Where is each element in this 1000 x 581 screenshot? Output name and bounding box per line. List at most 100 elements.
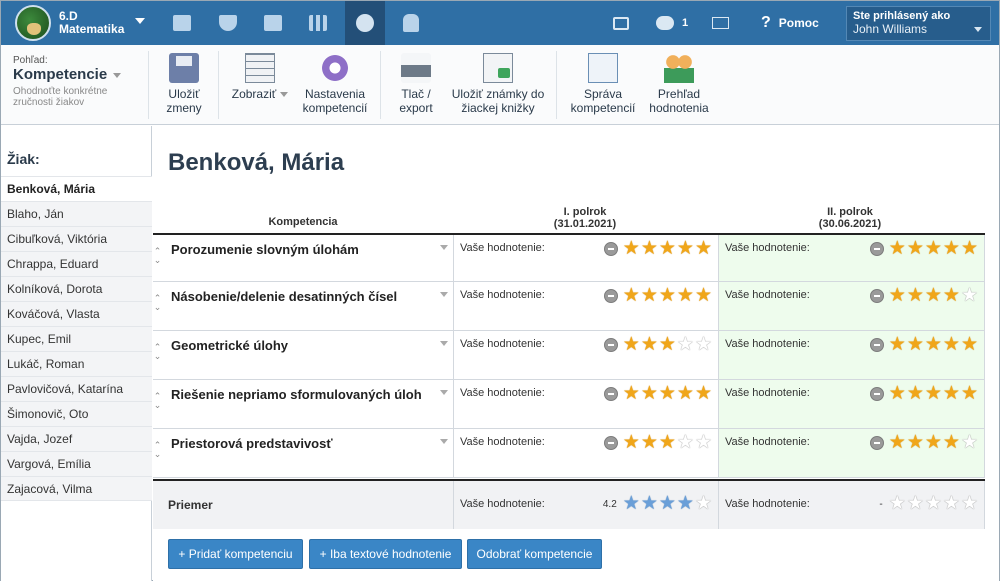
- save-grades-button[interactable]: Uložiť známky do žiackej knižky: [447, 53, 549, 115]
- star-icon[interactable]: ★: [641, 335, 658, 355]
- star-icon[interactable]: ★: [695, 384, 712, 404]
- star-icon[interactable]: ★: [889, 384, 906, 404]
- add-competence-button[interactable]: + Pridať kompetenciu: [168, 539, 303, 569]
- student-list-item[interactable]: Šimonovič, Oto: [1, 401, 152, 426]
- star-icon[interactable]: ★: [659, 494, 676, 514]
- star-icon[interactable]: ★: [623, 286, 640, 306]
- clear-rating-icon[interactable]: [603, 338, 618, 352]
- class-selector[interactable]: 6.D Matematika: [1, 1, 151, 45]
- manage-competencies-button[interactable]: Správa kompetencií: [567, 53, 639, 115]
- student-list-item[interactable]: Kolníková, Dorota: [1, 276, 152, 301]
- star-icon[interactable]: ★: [925, 239, 942, 259]
- competence-icon[interactable]: [345, 1, 385, 45]
- student-list-item[interactable]: Blaho, Ján: [1, 201, 152, 226]
- star-icon[interactable]: ★: [659, 384, 676, 404]
- clear-rating-icon[interactable]: [869, 338, 884, 352]
- star-icon[interactable]: ★: [943, 335, 960, 355]
- student-list-item[interactable]: Kupec, Emil: [1, 326, 152, 351]
- clear-rating-icon[interactable]: [603, 436, 618, 450]
- reorder-handle-icon[interactable]: ⌃ ⌄: [153, 343, 162, 367]
- star-icon[interactable]: ★: [961, 239, 978, 259]
- star-icon[interactable]: ★: [623, 239, 640, 259]
- star-icon[interactable]: ★: [889, 335, 906, 355]
- star-icon[interactable]: ★: [695, 494, 712, 514]
- star-icon[interactable]: ★: [925, 494, 942, 514]
- cast-icon[interactable]: [613, 1, 629, 45]
- save-changes-button[interactable]: Uložiť zmeny: [161, 53, 207, 115]
- shield-icon[interactable]: [210, 1, 246, 45]
- messages-button[interactable]: 1: [656, 1, 688, 45]
- print-export-button[interactable]: Tlač / export: [391, 53, 441, 115]
- star-icon[interactable]: ★: [677, 239, 694, 259]
- student-list-item[interactable]: Benková, Mária: [1, 176, 152, 201]
- star-icon[interactable]: ★: [889, 433, 906, 453]
- star-icon[interactable]: ★: [677, 384, 694, 404]
- student-list-item[interactable]: Vargová, Emília: [1, 451, 152, 476]
- star-icon[interactable]: ★: [659, 335, 676, 355]
- star-icon[interactable]: ★: [641, 286, 658, 306]
- star-icon[interactable]: ★: [641, 384, 658, 404]
- chevron-down-icon[interactable]: [440, 390, 448, 395]
- star-icon[interactable]: ★: [925, 335, 942, 355]
- star-icon[interactable]: ★: [889, 494, 906, 514]
- star-icon[interactable]: ★: [659, 239, 676, 259]
- star-icon[interactable]: ★: [623, 433, 640, 453]
- student-list-item[interactable]: Kováčová, Vlasta: [1, 301, 152, 326]
- student-list-item[interactable]: Lukáč, Roman: [1, 351, 152, 376]
- student-list-item[interactable]: Vajda, Jozef: [1, 426, 152, 451]
- star-icon[interactable]: ★: [907, 384, 924, 404]
- star-icon[interactable]: ★: [889, 286, 906, 306]
- reorder-handle-icon[interactable]: ⌃ ⌄: [153, 441, 162, 465]
- chevron-down-icon[interactable]: [440, 439, 448, 444]
- star-icon[interactable]: ★: [907, 433, 924, 453]
- chevron-down-icon[interactable]: [440, 245, 448, 250]
- help-button[interactable]: ? Pomoc: [761, 1, 819, 45]
- star-icon[interactable]: ★: [623, 335, 640, 355]
- reorder-handle-icon[interactable]: ⌃ ⌄: [153, 392, 162, 416]
- reorder-handle-icon[interactable]: ⌃ ⌄: [153, 294, 162, 318]
- briefcase-icon[interactable]: [164, 1, 200, 45]
- star-icon[interactable]: ★: [961, 286, 978, 306]
- bar-chart-icon[interactable]: [300, 1, 336, 45]
- student-list-item[interactable]: Cibuľková, Viktória: [1, 226, 152, 251]
- remove-competencies-button[interactable]: Odobrať kompetencie: [467, 539, 602, 569]
- star-icon[interactable]: ★: [641, 239, 658, 259]
- star-icon[interactable]: ★: [943, 384, 960, 404]
- competence-settings-button[interactable]: Nastavenia kompetencií: [297, 53, 373, 115]
- show-button[interactable]: Zobraziť: [227, 53, 293, 101]
- student-list-item[interactable]: Pavlovičová, Katarína: [1, 376, 152, 401]
- star-icon[interactable]: ★: [677, 494, 694, 514]
- star-icon[interactable]: ★: [623, 494, 640, 514]
- star-icon[interactable]: ★: [695, 286, 712, 306]
- star-icon[interactable]: ★: [677, 433, 694, 453]
- star-icon[interactable]: ★: [695, 335, 712, 355]
- star-icon[interactable]: ★: [695, 433, 712, 453]
- clear-rating-icon[interactable]: [603, 387, 618, 401]
- student-list-item[interactable]: Zajacová, Vilma: [1, 476, 152, 501]
- star-icon[interactable]: ★: [677, 286, 694, 306]
- rating-overview-button[interactable]: Prehľad hodnotenia: [646, 53, 712, 115]
- star-icon[interactable]: ★: [641, 494, 658, 514]
- star-icon[interactable]: ★: [907, 494, 924, 514]
- star-icon[interactable]: ★: [677, 335, 694, 355]
- star-icon[interactable]: ★: [641, 433, 658, 453]
- text-only-rating-button[interactable]: + Iba textové hodnotenie: [309, 539, 462, 569]
- star-icon[interactable]: ★: [925, 433, 942, 453]
- star-icon[interactable]: ★: [943, 286, 960, 306]
- clear-rating-icon[interactable]: [869, 387, 884, 401]
- star-icon[interactable]: ★: [961, 433, 978, 453]
- reorder-handle-icon[interactable]: ⌃ ⌄: [153, 247, 162, 271]
- star-icon[interactable]: ★: [907, 335, 924, 355]
- institution-icon[interactable]: [255, 1, 291, 45]
- star-icon[interactable]: ★: [695, 239, 712, 259]
- star-icon[interactable]: ★: [961, 384, 978, 404]
- clear-rating-icon[interactable]: [869, 289, 884, 303]
- clear-rating-icon[interactable]: [603, 242, 618, 256]
- star-icon[interactable]: ★: [925, 384, 942, 404]
- view-selector[interactable]: Pohľad: Kompetencie Ohodnoťte konkrétne …: [13, 55, 143, 108]
- clear-rating-icon[interactable]: [603, 289, 618, 303]
- star-icon[interactable]: ★: [659, 433, 676, 453]
- star-icon[interactable]: ★: [943, 239, 960, 259]
- star-icon[interactable]: ★: [943, 433, 960, 453]
- star-icon[interactable]: ★: [907, 286, 924, 306]
